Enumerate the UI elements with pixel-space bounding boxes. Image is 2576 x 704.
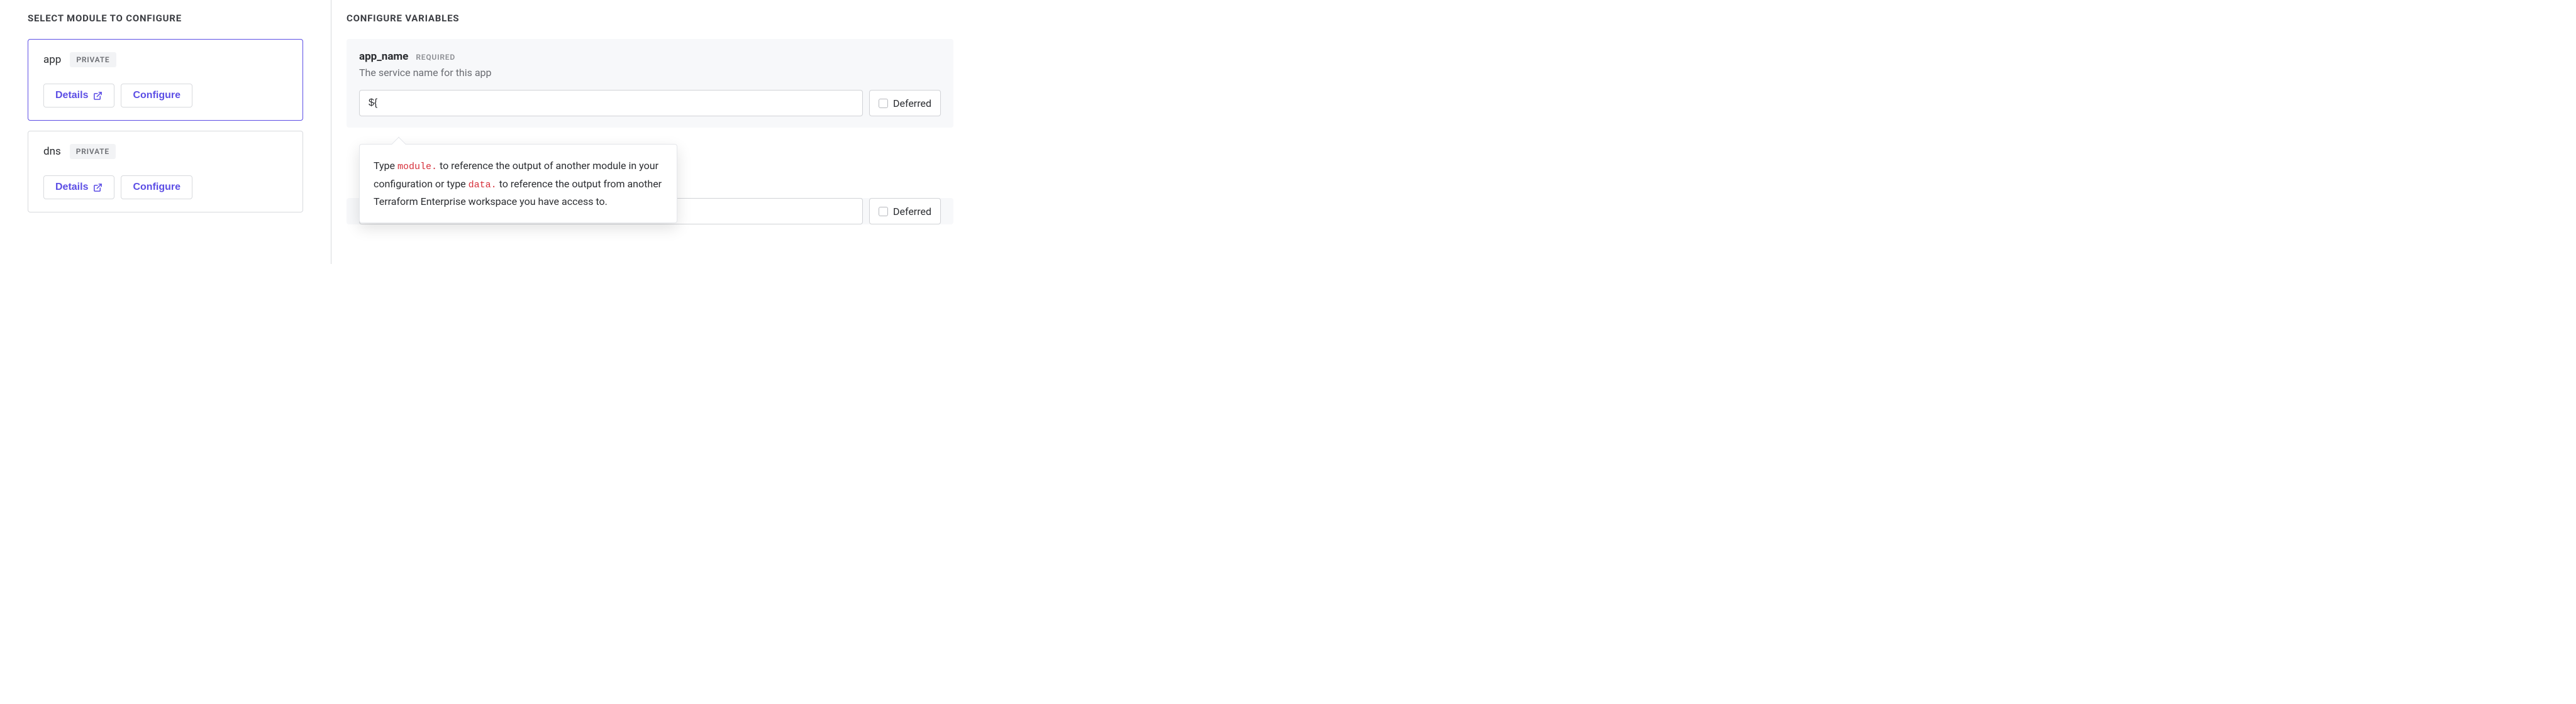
external-link-icon: [93, 183, 103, 192]
configure-button[interactable]: Configure: [121, 84, 192, 107]
tooltip-code-module: module.: [397, 162, 437, 172]
module-name: app: [43, 53, 61, 66]
variable-block-app-name: app_name REQUIRED The service name for t…: [347, 39, 953, 128]
variable-description: The service name for this app: [359, 67, 941, 79]
deferred-toggle[interactable]: Deferred: [869, 198, 941, 224]
details-button-label: Details: [55, 90, 88, 101]
tooltip-code-data: data.: [469, 180, 497, 190]
configure-button-label: Configure: [133, 182, 180, 193]
deferred-checkbox[interactable]: [879, 99, 888, 108]
deferred-label: Deferred: [893, 206, 931, 217]
required-label: REQUIRED: [416, 53, 455, 62]
details-button[interactable]: Details: [43, 84, 114, 107]
private-badge: PRIVATE: [70, 144, 116, 159]
tooltip-text: Type: [374, 160, 397, 172]
variable-name: app_name: [359, 50, 408, 63]
configure-button[interactable]: Configure: [121, 175, 192, 199]
right-section-header: CONFIGURE VARIABLES: [347, 13, 953, 24]
deferred-checkbox[interactable]: [879, 207, 888, 216]
left-section-header: SELECT MODULE TO CONFIGURE: [28, 13, 303, 24]
details-button-label: Details: [55, 182, 88, 193]
deferred-toggle[interactable]: Deferred: [869, 90, 941, 116]
variable-value-input[interactable]: [359, 90, 863, 116]
private-badge: PRIVATE: [70, 52, 116, 67]
module-name: dns: [43, 145, 61, 158]
module-card-app[interactable]: app PRIVATE Details Configure: [28, 39, 303, 121]
autocomplete-tooltip: Type module. to reference the output of …: [359, 144, 677, 223]
deferred-label: Deferred: [893, 97, 931, 109]
module-card-dns[interactable]: dns PRIVATE Details Configure: [28, 131, 303, 212]
details-button[interactable]: Details: [43, 175, 114, 199]
configure-button-label: Configure: [133, 90, 180, 101]
external-link-icon: [93, 91, 103, 101]
tooltip-arrow: [392, 137, 406, 151]
